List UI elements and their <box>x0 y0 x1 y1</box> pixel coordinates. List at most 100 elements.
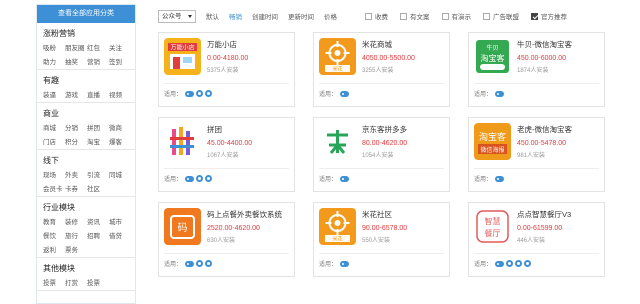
web-platform-icon <box>506 260 514 267</box>
filter-checkbox[interactable]: 官方推荐 <box>531 11 567 21</box>
app-logo[interactable]: 智慧 餐厅 <box>474 208 511 245</box>
wechat-platform-icon <box>185 175 195 182</box>
sidebar-category-link[interactable]: 助力 <box>43 56 65 66</box>
sort-option[interactable]: 创建时间 <box>252 11 278 21</box>
app-logo[interactable]: 米花 <box>319 208 356 245</box>
sidebar-category-link[interactable]: 旅行 <box>65 230 87 240</box>
sidebar-category-link[interactable]: 打赏 <box>65 277 87 287</box>
sidebar-category-link[interactable]: 餐饮 <box>43 230 65 240</box>
sidebar-category-link[interactable]: 爆客 <box>109 136 131 146</box>
sidebar-category-link[interactable]: 淘宝 <box>87 136 109 146</box>
applies-label: 适用： <box>319 262 338 268</box>
filter-checkbox[interactable]: 有文案 <box>400 11 430 21</box>
app-logo[interactable] <box>164 123 201 160</box>
sidebar-category-link[interactable]: 卡券 <box>65 183 87 193</box>
sort-option[interactable]: 更新时间 <box>288 11 314 21</box>
sidebar-category-link[interactable]: 拼团 <box>87 122 109 132</box>
platform-list: 适用： <box>319 259 351 268</box>
sidebar-category-link[interactable]: 城市 <box>109 216 131 226</box>
view-all-categories-header[interactable]: 查看全部应用分类 <box>37 5 135 23</box>
checkbox-icon[interactable] <box>400 12 407 20</box>
sidebar-category-link[interactable]: 商城 <box>43 122 65 132</box>
app-card[interactable]: 拼团 45.00-4400.00 1067人安装 适用： <box>158 117 295 192</box>
app-name[interactable]: 点点智慧餐厅V3 <box>517 209 600 220</box>
sidebar-category-link[interactable]: 营销 <box>87 56 109 66</box>
sidebar-category-link[interactable]: 游戏 <box>65 89 87 99</box>
checkbox-icon[interactable] <box>365 12 372 20</box>
sidebar-category-link[interactable]: 门店 <box>43 136 65 146</box>
sidebar-category-link[interactable]: 装修 <box>65 216 87 226</box>
sort-option[interactable]: 默认 <box>206 11 219 21</box>
sidebar-category-link[interactable]: 直播 <box>87 89 109 99</box>
filter-checkbox-label: 有文案 <box>410 14 430 21</box>
app-info: 老虎-微信淘宝客 450.00-5478.00 981人安装 <box>517 124 600 159</box>
filter-checkbox-label: 官方推荐 <box>541 14 567 21</box>
sidebar-category-link[interactable]: 朋友圈 <box>65 42 87 52</box>
sidebar-category-link[interactable]: 票务 <box>65 244 87 254</box>
sort-option[interactable]: 价格 <box>324 11 337 21</box>
app-card[interactable]: 米花 米花商城 4050.00-5500.00 3255人安装 适用： <box>313 32 450 107</box>
sidebar-category-link[interactable]: 装逼 <box>43 89 65 99</box>
app-card[interactable]: 智慧 餐厅 点点智慧餐厅V3 0.00-61599.00 446人安装 适用： <box>468 202 605 277</box>
sidebar-category-link[interactable]: 投票 <box>87 277 109 287</box>
platform-list: 适用： <box>164 259 214 268</box>
sidebar-category-link[interactable]: 教育 <box>43 216 65 226</box>
applies-label: 适用： <box>164 262 183 268</box>
app-name[interactable]: 码上点餐外卖餐饮系统 <box>207 209 290 220</box>
app-name[interactable]: 京东客拼多多 <box>362 124 445 135</box>
app-name[interactable]: 老虎-微信淘宝客 <box>517 124 600 135</box>
platform-select[interactable]: 公众号 <box>158 9 196 23</box>
sidebar-category-link[interactable]: 微商 <box>109 122 131 132</box>
app-card[interactable]: 淘宝客 微信海报 老虎-微信淘宝客 450.00-5478.00 981人安装 适用： <box>468 117 605 192</box>
sidebar-category-link[interactable]: 招聘 <box>87 230 109 240</box>
sidebar-category-link[interactable]: 分销 <box>65 122 87 132</box>
svg-text:米花: 米花 <box>332 66 342 73</box>
app-logo[interactable]: 牛贝 淘宝客 <box>474 38 511 75</box>
sidebar-category-link[interactable]: 关注 <box>109 42 131 52</box>
sidebar-category-link[interactable]: 社区 <box>87 183 109 193</box>
sidebar-category-link[interactable]: 积分 <box>65 136 87 146</box>
checkbox-icon[interactable] <box>483 12 490 20</box>
checkbox-icon[interactable] <box>441 12 449 20</box>
sidebar-category-link[interactable]: 外卖 <box>65 169 87 179</box>
sidebar-category-link[interactable]: 现场 <box>43 169 65 179</box>
platform-list: 适用： <box>164 174 214 183</box>
sidebar-category-link[interactable]: 视频 <box>109 89 131 99</box>
filter-checkbox[interactable]: 有演示 <box>441 11 471 21</box>
app-name[interactable]: 拼团 <box>207 124 290 135</box>
sidebar-category-link[interactable]: 返利 <box>43 244 65 254</box>
sidebar-category-link[interactable]: 签到 <box>109 56 131 66</box>
app-name[interactable]: 牛贝-微信淘宝客 <box>517 39 600 50</box>
filter-checkbox[interactable]: 广告联盟 <box>483 11 519 21</box>
app-logo[interactable]: 淘宝客 微信海报 <box>474 123 511 160</box>
app-name[interactable]: 米花社区 <box>362 209 445 220</box>
sidebar-category-link[interactable]: 资讯 <box>87 216 109 226</box>
sidebar-category-link[interactable]: 吸粉 <box>43 42 65 52</box>
app-logo[interactable]: 米花 <box>319 38 356 75</box>
sidebar-category-link[interactable]: 借贷 <box>109 230 131 240</box>
app-card[interactable]: 牛贝 淘宝客 牛贝-微信淘宝客 450.00-6000.00 1874人安装 适用： <box>468 32 605 107</box>
sidebar-section: 其他模块 投票 打赏 投票 <box>37 258 135 291</box>
sidebar-category-link[interactable]: 引流 <box>87 169 109 179</box>
sidebar-category-link[interactable]: 红包 <box>87 42 109 52</box>
app-name[interactable]: 米花商城 <box>362 39 445 50</box>
filter-checkbox[interactable]: 收费 <box>365 11 388 21</box>
app-card[interactable]: 万能小店 万能小店 0.00-4180.00 5375人安装 适用： <box>158 32 295 107</box>
app-card[interactable]: 京东客拼多多 80.00-4620.00 1054人安装 适用： <box>313 117 450 192</box>
app-card[interactable]: 码 码上点餐外卖餐饮系统 2520.00-4620.00 630人安装 适用： <box>158 202 295 277</box>
sidebar-category-link[interactable]: 投票 <box>43 277 65 287</box>
platform-list: 适用： <box>474 89 506 98</box>
app-logo[interactable] <box>319 123 356 160</box>
sort-option[interactable]: 畅销 <box>229 11 242 21</box>
app-card[interactable]: 米花 米花社区 90.00-6578.00 550人安装 适用： <box>313 202 450 277</box>
svg-text:淘宝客: 淘宝客 <box>481 53 505 63</box>
platform-list: 适用： <box>319 89 351 98</box>
sidebar-category-link[interactable]: 同城 <box>109 169 131 179</box>
app-logo[interactable]: 码 <box>164 208 201 245</box>
sidebar-category-link[interactable]: 会员卡 <box>43 183 65 193</box>
app-logo[interactable]: 万能小店 <box>164 38 201 75</box>
app-price: 0.00-4180.00 <box>207 55 249 62</box>
sidebar-category-link[interactable]: 抽奖 <box>65 56 87 66</box>
checkbox-checked-icon[interactable] <box>531 12 538 20</box>
app-name[interactable]: 万能小店 <box>207 39 290 50</box>
